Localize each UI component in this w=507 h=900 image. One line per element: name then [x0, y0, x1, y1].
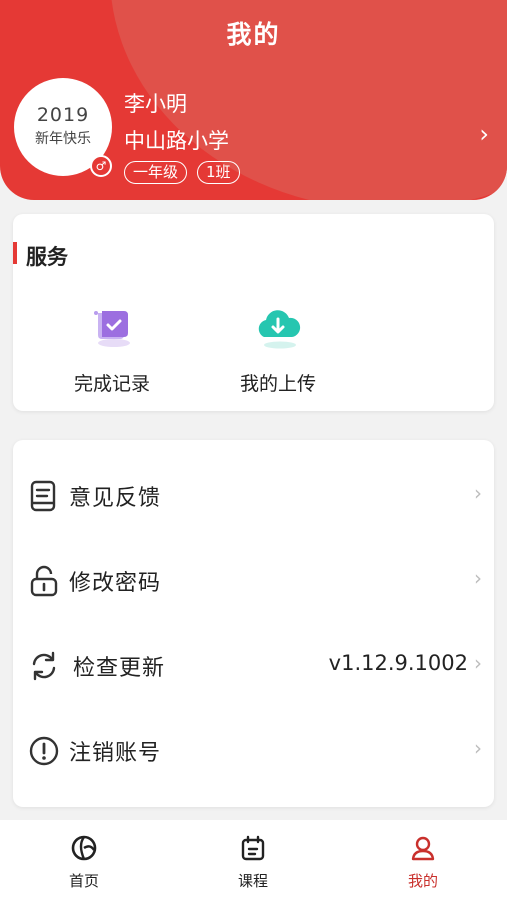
tab-home[interactable]: 首页 — [44, 834, 124, 891]
refresh-icon — [27, 649, 61, 683]
app-version: v1.12.9.1002 — [328, 651, 468, 675]
settings-label: 检查更新 — [73, 656, 166, 681]
settings-row-delete-account[interactable]: 注销账号 › — [13, 720, 494, 780]
settings-row-feedback[interactable]: 意见反馈 › — [13, 465, 494, 525]
lock-icon — [27, 564, 61, 598]
chevron-right-icon: › — [474, 736, 482, 760]
chevron-right-icon: › — [474, 481, 482, 505]
feedback-icon — [27, 479, 61, 513]
settings-row-check-update[interactable]: 检查更新 v1.12.9.1002 › — [13, 635, 494, 695]
section-accent-bar — [13, 242, 17, 264]
service-my-uploads[interactable]: 我的上传 — [203, 299, 353, 396]
settings-label: 修改密码 — [69, 571, 162, 596]
service-section-title: 服务 — [26, 245, 68, 269]
avatar-year: 2019 — [36, 104, 90, 126]
cloud-download-icon — [250, 299, 306, 355]
service-card: 服务 完成记录 我的上传 — [13, 214, 494, 411]
tab-mine[interactable]: 我的 — [383, 834, 463, 891]
settings-label: 意见反馈 — [69, 486, 162, 511]
tab-label: 课程 — [237, 872, 268, 890]
tab-label: 我的 — [407, 872, 438, 890]
grade-tag: 一年级 — [124, 161, 188, 184]
home-icon — [70, 834, 98, 862]
settings-label: 注销账号 — [69, 741, 162, 766]
chevron-right-icon: › — [474, 566, 482, 590]
profile-chevron-right-icon[interactable]: › — [479, 120, 489, 148]
scroll-check-icon — [84, 299, 140, 355]
settings-row-change-password[interactable]: 修改密码 › — [13, 550, 494, 610]
service-label: 完成记录 — [73, 373, 150, 395]
settings-card: 意见反馈 › 修改密码 › 检查更新 v1.12.9.1002 › 注销账号 › — [13, 440, 494, 807]
bottom-tab-bar: 首页 课程 我的 — [0, 820, 507, 900]
user-icon — [409, 834, 437, 862]
calendar-icon — [239, 834, 267, 862]
user-name[interactable]: 李小明 — [124, 88, 187, 118]
page-title: 我的 — [226, 20, 281, 49]
chevron-right-icon: › — [474, 651, 482, 675]
gender-male-icon: ♂ — [90, 155, 112, 177]
class-tag: 1班 — [197, 161, 240, 184]
avatar-text: 新年快乐 — [35, 131, 91, 147]
profile-tags: 一年级 1班 — [124, 161, 240, 184]
service-completion-record[interactable]: 完成记录 — [37, 299, 187, 396]
service-label: 我的上传 — [239, 373, 316, 395]
school-name: 中山路小学 — [124, 129, 229, 153]
warning-icon — [27, 734, 61, 768]
tab-label: 首页 — [68, 872, 99, 890]
tab-courses[interactable]: 课程 — [213, 834, 293, 891]
